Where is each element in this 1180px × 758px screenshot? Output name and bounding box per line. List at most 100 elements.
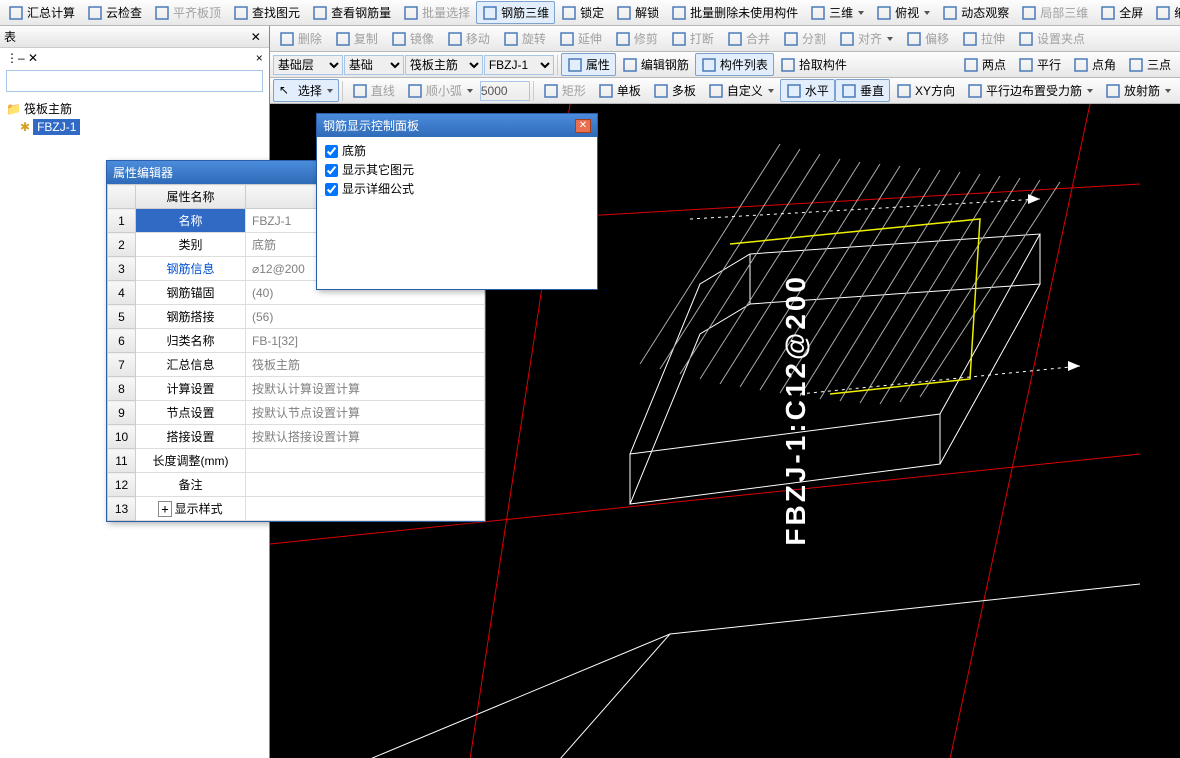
tree-item-label: FBZJ-1 [33, 119, 80, 135]
edit-rebar-button[interactable]: 编辑钢筋 [616, 53, 695, 76]
multi-button[interactable]: 多板 [647, 79, 702, 102]
tool-icon [701, 57, 717, 73]
property-row[interactable]: 13+显示样式 [108, 497, 485, 521]
tool-icon [567, 57, 583, 73]
floor-select[interactable]: 基础层 [273, 55, 343, 75]
tree-panel-header: 表 ✕ [0, 26, 269, 48]
view-3d-button[interactable]: 三维 [804, 1, 870, 24]
property-row[interactable]: 12备注 [108, 473, 485, 497]
zoom-button[interactable]: 缩放 [1149, 1, 1180, 24]
unlock-button[interactable]: 解锁 [610, 1, 665, 24]
fullscreen-button[interactable]: 全屏 [1094, 1, 1149, 24]
cloud-check-button[interactable]: 云检查 [81, 1, 148, 24]
select-label: 选择 [298, 82, 322, 99]
tree-root[interactable]: 📁 筏板主筋 [6, 98, 263, 119]
prop-name: 名称 [136, 209, 246, 233]
prop-link[interactable]: 钢筋信息 [166, 262, 214, 276]
tree-panel-close-icon[interactable]: ✕ [247, 30, 265, 44]
copy-label: 复制 [354, 30, 378, 47]
flat-slab-button: 平齐板顶 [148, 1, 227, 24]
close-icon[interactable]: ✕ [575, 119, 591, 133]
sum-calc-button[interactable]: 汇总计算 [2, 1, 81, 24]
component-select[interactable]: FBZJ-1 [484, 55, 554, 75]
prop-name: 钢筋锚固 [136, 281, 246, 305]
stretch-label: 拉伸 [981, 30, 1005, 47]
lock-button[interactable]: 锁定 [555, 1, 610, 24]
prop-name: 汇总信息 [136, 353, 246, 377]
display-checkbox[interactable] [325, 145, 338, 158]
three-pt-button[interactable]: 三点 [1122, 53, 1177, 76]
display-option[interactable]: 显示其它图元 [325, 160, 589, 179]
single-button[interactable]: 单板 [592, 79, 647, 102]
prop-value[interactable]: 按默认计算设置计算 [246, 377, 485, 401]
tool-icon [780, 57, 796, 73]
two-pt-button[interactable]: 两点 [957, 53, 1012, 76]
custom-button[interactable]: 自定义 [702, 79, 780, 102]
tool-icon [503, 31, 519, 47]
rotate-label: 旋转 [522, 30, 546, 47]
display-checkbox[interactable] [325, 164, 338, 177]
rebar-3d-button[interactable]: 钢筋三维 [476, 1, 555, 24]
tree-search [6, 70, 263, 92]
tool-icon [1021, 5, 1037, 21]
parallel-button[interactable]: 平行 [1012, 53, 1067, 76]
multi-label: 多板 [672, 82, 696, 99]
select-button[interactable]: ↖选择 [273, 79, 339, 102]
tool-icon [963, 57, 979, 73]
display-option[interactable]: 显示详细公式 [325, 179, 589, 198]
dyn-obs-button[interactable]: 动态观察 [936, 1, 1015, 24]
category-select[interactable]: 基础 [344, 55, 404, 75]
three-pt-label: 三点 [1147, 56, 1171, 73]
top-view-button[interactable]: 俯视 [870, 1, 936, 24]
pt-angle-button[interactable]: 点角 [1067, 53, 1122, 76]
horiz-button[interactable]: 水平 [780, 79, 835, 102]
property-row[interactable]: 11长度调整(mm) [108, 449, 485, 473]
prop-value[interactable] [246, 473, 485, 497]
search-input[interactable] [6, 70, 263, 92]
prop-value[interactable]: 按默认节点设置计算 [246, 401, 485, 425]
row-number: 5 [108, 305, 136, 329]
find-elem-button[interactable]: 查找图元 [227, 1, 306, 24]
prop-value[interactable] [246, 449, 485, 473]
expand-icon[interactable]: + [158, 501, 171, 517]
display-checkbox[interactable] [325, 183, 338, 196]
parallel-rebar-button[interactable]: 平行边布置受力筋 [961, 79, 1099, 102]
xy-label: XY方向 [915, 82, 955, 99]
prop-value[interactable]: 筏板主筋 [246, 353, 485, 377]
rebar-display-title[interactable]: 钢筋显示控制面板 ✕ [317, 114, 597, 137]
property-row[interactable]: 10搭接设置按默认搭接设置计算 [108, 425, 485, 449]
batch-del-button[interactable]: 批量删除未使用构件 [665, 1, 804, 24]
display-option[interactable]: 底筋 [325, 141, 589, 160]
xy-button[interactable]: XY方向 [890, 79, 961, 102]
tree-item[interactable]: ✱ FBZJ-1 [20, 119, 263, 135]
tree-filter-row: ⋮– ✕ × [0, 48, 269, 68]
pick-button[interactable]: 拾取构件 [774, 53, 853, 76]
prop-name: 搭接设置 [136, 425, 246, 449]
tool-icon [967, 83, 983, 99]
property-row[interactable]: 8计算设置按默认计算设置计算 [108, 377, 485, 401]
view-rebar-button[interactable]: 查看钢筋量 [306, 1, 397, 24]
vert-button[interactable]: 垂直 [835, 79, 890, 102]
property-row[interactable]: 5钢筋搭接(56) [108, 305, 485, 329]
merge-label: 合并 [746, 30, 770, 47]
comp-list-button[interactable]: 构件列表 [695, 53, 774, 76]
type-select[interactable]: 筏板主筋 [405, 55, 483, 75]
zoom-label: 缩放 [1174, 4, 1180, 21]
tool-icon [839, 31, 855, 47]
props-button[interactable]: 属性 [561, 53, 616, 76]
prop-value[interactable]: FB-1[32] [246, 329, 485, 353]
tool-icon [352, 83, 368, 99]
cloud-check-label: 云检查 [106, 4, 142, 21]
merge-button: 合并 [721, 27, 776, 50]
view-rebar-label: 查看钢筋量 [331, 4, 391, 21]
filter-close-icon[interactable]: × [256, 51, 263, 65]
tool-icon [841, 83, 857, 99]
distance-input[interactable] [480, 81, 530, 101]
property-row[interactable]: 7汇总信息筏板主筋 [108, 353, 485, 377]
prop-value[interactable] [246, 497, 485, 521]
prop-value[interactable]: 按默认搭接设置计算 [246, 425, 485, 449]
property-row[interactable]: 6归类名称FB-1[32] [108, 329, 485, 353]
prop-value[interactable]: (56) [246, 305, 485, 329]
property-row[interactable]: 9节点设置按默认节点设置计算 [108, 401, 485, 425]
radial-button[interactable]: 放射筋 [1099, 79, 1177, 102]
